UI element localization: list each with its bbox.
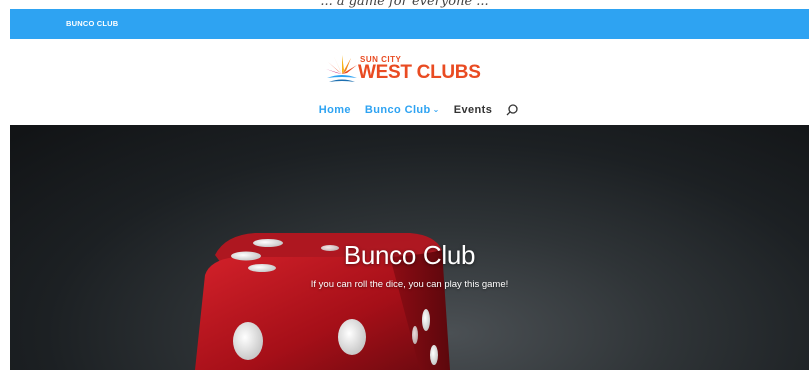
bunco-club-top-link[interactable]: BUNCO CLUB	[66, 19, 118, 28]
page: ... a game for everyone ... BUNCO CLUB S…	[0, 0, 809, 370]
hero-section: Bunco Club If you can roll the dice, you…	[10, 125, 809, 370]
chevron-down-icon: ⌄	[432, 104, 440, 114]
sunburst-logo-icon	[326, 55, 357, 82]
nav-home[interactable]: Home	[319, 104, 351, 116]
top-caption: ... a game for everyone ...	[320, 0, 489, 8]
site-header: SUN CITY WEST CLUBS Home Bunco Club ⌄ Event…	[10, 39, 809, 125]
search-icon[interactable]	[505, 103, 519, 117]
nav-bunco-club[interactable]: Bunco Club ⌄	[365, 104, 440, 116]
hero-subtitle: If you can roll the dice, you can play t…	[310, 279, 509, 290]
hero-title: Bunco Club	[343, 240, 476, 270]
secondary-top-bar: BUNCO CLUB	[10, 9, 809, 39]
site-logo[interactable]: SUN CITY WEST CLUBS	[324, 52, 481, 90]
nav-bunco-club-label: Bunco Club	[364, 103, 431, 116]
main-navigation: Home Bunco Club ⌄ Events	[10, 103, 809, 119]
logo-line-big: WEST CLUBS	[358, 62, 481, 83]
nav-events[interactable]: Events	[454, 104, 492, 116]
